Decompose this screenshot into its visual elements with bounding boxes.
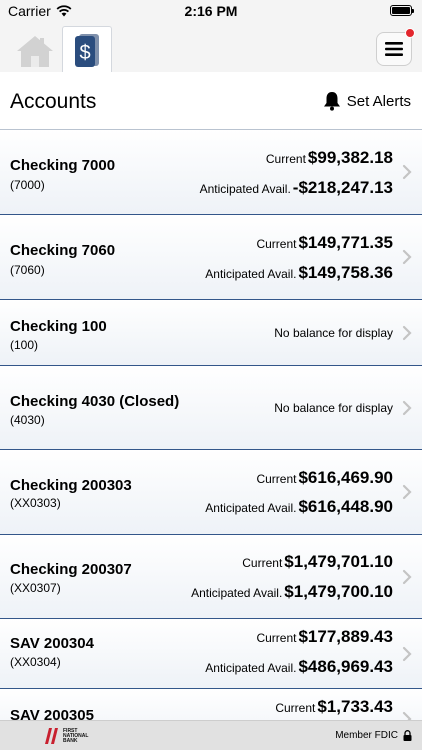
anticipated-value: $616,448.90 [298, 497, 393, 516]
current-balance: Current $1,479,701.10 [242, 552, 393, 572]
current-value: $149,771.35 [298, 233, 393, 252]
top-nav: $ [0, 22, 422, 72]
set-alerts-label: Set Alerts [346, 92, 411, 110]
accounts-header: Accounts Set Alerts [0, 72, 422, 130]
account-number: (XX0307) [10, 581, 61, 595]
account-name: Checking 200307 [10, 561, 132, 578]
account-number: (XX0303) [10, 496, 61, 510]
current-value: $616,469.90 [298, 468, 393, 487]
anticipated-value: $149,758.36 [298, 263, 393, 282]
current-label: Current [256, 631, 297, 645]
chevron-right-icon [402, 569, 412, 585]
chevron-right-icon [402, 249, 412, 265]
chevron-right-icon [402, 646, 412, 662]
member-fdic: Member FDIC [335, 730, 412, 741]
anticipated-value: $1,479,700.10 [284, 582, 393, 601]
menu-button[interactable] [376, 28, 415, 66]
notification-badge [405, 28, 415, 38]
anticipated-balance: Anticipated Avail. $616,448.90 [205, 497, 393, 517]
current-balance: Current $99,382.18 [266, 148, 393, 168]
lock-icon [403, 730, 412, 741]
current-balance: Current $1,733.43 [275, 697, 393, 717]
chevron-right-icon [402, 711, 412, 720]
dollar-icon: $ [75, 33, 99, 67]
anticipated-balance: Anticipated Avail. $486,969.43 [205, 657, 393, 677]
account-name: Checking 7060 [10, 242, 116, 259]
battery-icon [390, 5, 414, 16]
anticipated-label: Anticipated Avail. [205, 267, 297, 281]
anticipated-label: Anticipated Avail. [205, 501, 297, 515]
account-name: SAV 200305 [10, 707, 94, 720]
current-label: Current [275, 701, 316, 715]
current-label: Current [242, 556, 283, 570]
svg-text:$: $ [79, 42, 90, 64]
account-number: (4030) [10, 413, 45, 427]
account-name: Checking 7000 [10, 157, 116, 174]
chevron-right-icon [402, 164, 412, 180]
anticipated-value: $486,969.43 [298, 657, 393, 676]
clock: 2:16 PM [184, 3, 238, 19]
account-row[interactable]: Checking 7000 (7000) Current $99,382.18 … [0, 130, 422, 215]
account-row[interactable]: SAV 200305 Current $1,733.43 [0, 689, 422, 720]
footer: FIRST NATIONAL BANK Member FDIC [0, 720, 422, 750]
anticipated-balance: Anticipated Avail. $149,758.36 [205, 263, 393, 283]
anticipated-value: -$218,247.13 [292, 178, 393, 197]
bank-logo-text: FIRST NATIONAL BANK [63, 727, 89, 744]
page-title: Accounts [10, 90, 97, 113]
account-name: Checking 100 [10, 318, 107, 335]
anticipated-balance: Anticipated Avail. -$218,247.13 [200, 178, 393, 198]
account-row[interactable]: Checking 7060 (7060) Current $149,771.35… [0, 215, 422, 300]
account-name: SAV 200304 [10, 635, 94, 652]
account-row[interactable]: Checking 200307 (XX0307) Current $1,479,… [0, 535, 422, 619]
current-balance: Current $177,889.43 [256, 627, 393, 647]
chevron-right-icon [402, 484, 412, 500]
account-name: Checking 200303 [10, 477, 132, 494]
current-value: $1,479,701.10 [284, 552, 393, 571]
current-value: $1,733.43 [317, 697, 393, 716]
home-tab[interactable] [12, 30, 58, 72]
account-row[interactable]: Checking 100 (100) No balance for displa… [0, 300, 422, 366]
account-list: Checking 7000 (7000) Current $99,382.18 … [0, 130, 422, 720]
current-value: $177,889.43 [298, 627, 393, 646]
current-label: Current [265, 152, 306, 166]
current-label: Current [256, 237, 297, 251]
home-icon [17, 36, 53, 67]
bank-logo: FIRST NATIONAL BANK [44, 727, 88, 745]
hamburger-menu-icon [385, 42, 403, 56]
chevron-right-icon [402, 400, 412, 416]
account-row[interactable]: Checking 200303 (XX0303) Current $616,46… [0, 450, 422, 535]
fdic-label: Member FDIC [335, 730, 398, 741]
account-row[interactable]: SAV 200304 (XX0304) Current $177,889.43 … [0, 619, 422, 689]
anticipated-balance: Anticipated Avail. $1,479,700.10 [191, 582, 393, 602]
account-number: (7000) [10, 178, 45, 192]
account-number: (7060) [10, 263, 45, 277]
current-value: $99,382.18 [307, 148, 393, 167]
current-label: Current [256, 472, 297, 486]
bell-icon [323, 92, 340, 111]
no-balance-text: No balance for display [274, 326, 393, 340]
current-balance: Current $616,469.90 [256, 468, 393, 488]
anticipated-label: Anticipated Avail. [205, 661, 297, 675]
set-alerts-button[interactable]: Set Alerts [323, 91, 411, 111]
chevron-right-icon [402, 325, 412, 341]
bank-logo-mark [45, 728, 58, 744]
account-number: (100) [10, 338, 39, 352]
no-balance-text: No balance for display [274, 401, 393, 415]
account-name: Checking 4030 (Closed) [10, 393, 180, 410]
status-bar: Carrier 2:16 PM [0, 0, 422, 22]
account-row[interactable]: Checking 4030 (Closed) (4030) No balance… [0, 366, 422, 450]
anticipated-label: Anticipated Avail. [199, 182, 291, 196]
current-balance: Current $149,771.35 [256, 233, 393, 253]
accounts-tab[interactable]: $ [62, 26, 112, 72]
anticipated-label: Anticipated Avail. [191, 586, 283, 600]
account-number: (XX0304) [10, 655, 61, 669]
